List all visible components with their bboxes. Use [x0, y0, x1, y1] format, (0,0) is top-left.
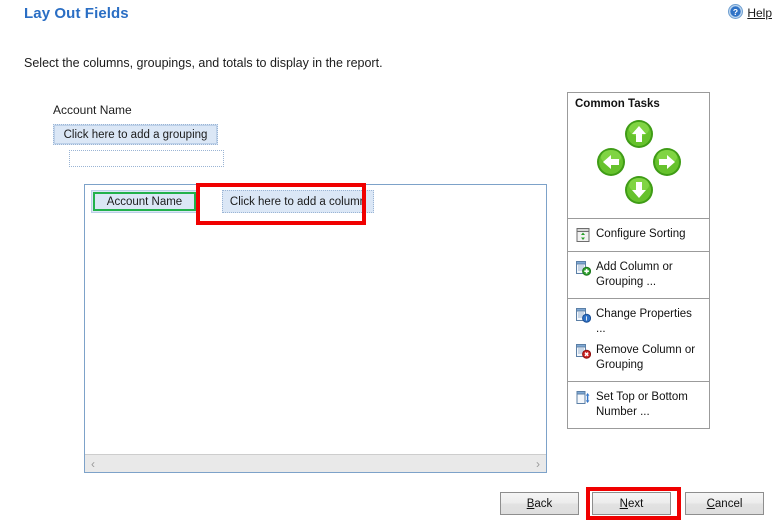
- help-link[interactable]: ? Help: [728, 4, 772, 22]
- task-change-properties[interactable]: i Change Properties ...: [568, 304, 709, 340]
- back-button[interactable]: Back: [500, 492, 579, 515]
- move-up-button[interactable]: [624, 119, 654, 149]
- common-tasks-panel: Common Tasks Configure Sorting Add Colum…: [567, 92, 710, 429]
- move-down-button[interactable]: [624, 175, 654, 205]
- move-direction-pad: [568, 119, 709, 215]
- report-layout-designer: Account Name Click here to add a column …: [84, 184, 547, 473]
- common-tasks-header-section: Common Tasks: [567, 92, 710, 218]
- back-button-label: Back: [526, 497, 553, 510]
- move-left-button[interactable]: [596, 147, 626, 177]
- column-cell-account-name-label: Account Name: [106, 195, 183, 208]
- task-add-column-or-grouping[interactable]: Add Column or Grouping ...: [568, 257, 709, 293]
- add-grouping-placeholder-inner: Click here to add a grouping: [54, 125, 217, 144]
- change-properties-icon: i: [575, 307, 592, 323]
- column-cell-account-name[interactable]: Account Name: [91, 190, 198, 213]
- move-right-button[interactable]: [652, 147, 682, 177]
- page-title: Lay Out Fields: [24, 5, 129, 22]
- lay-out-fields-wizard-page: Lay Out Fields ? Help Select the columns…: [0, 0, 784, 522]
- configure-sorting-icon: [575, 227, 591, 243]
- scroll-right-arrow-icon[interactable]: ›: [530, 458, 546, 470]
- grouping-field-label: Account Name: [53, 103, 132, 117]
- task-add-column-or-grouping-label: Add Column or Grouping ...: [596, 261, 673, 288]
- add-column-label: Click here to add a column: [229, 195, 367, 208]
- next-button[interactable]: Next: [592, 492, 671, 515]
- task-set-top-or-bottom-number[interactable]: Set Top or Bottom Number ...: [568, 387, 709, 423]
- task-group-add: Add Column or Grouping ...: [567, 251, 710, 298]
- task-remove-column-or-grouping-label: Remove Column or Grouping: [596, 344, 696, 371]
- task-configure-sorting-label: Configure Sorting: [596, 228, 686, 240]
- cancel-accel: C: [706, 497, 715, 510]
- task-group-sorting: Configure Sorting: [567, 218, 710, 251]
- designer-column-row: Account Name Click here to add a column: [91, 190, 374, 213]
- task-remove-column-or-grouping[interactable]: Remove Column or Grouping: [568, 340, 709, 376]
- common-tasks-title: Common Tasks: [575, 98, 660, 110]
- cancel-button[interactable]: Cancel: [685, 492, 764, 515]
- next-button-label: Next: [619, 497, 644, 510]
- instruction-text: Select the columns, groupings, and total…: [24, 56, 383, 70]
- add-column-icon: [575, 260, 592, 276]
- task-change-properties-label: Change Properties ...: [596, 308, 692, 335]
- next-accel: N: [619, 497, 628, 510]
- scroll-left-arrow-icon[interactable]: ‹: [85, 458, 101, 470]
- svg-text:?: ?: [733, 7, 738, 17]
- set-top-bottom-icon: [575, 390, 591, 406]
- column-cell-selection-outline: Account Name: [93, 192, 196, 211]
- remove-column-icon: [575, 343, 592, 359]
- task-configure-sorting[interactable]: Configure Sorting: [568, 224, 709, 246]
- grouping-empty-slot[interactable]: [69, 150, 224, 167]
- designer-canvas[interactable]: Account Name Click here to add a column: [85, 185, 546, 454]
- cancel-button-label: Cancel: [706, 497, 743, 510]
- designer-horizontal-scrollbar[interactable]: ‹ ›: [85, 454, 546, 472]
- back-accel: B: [526, 497, 535, 510]
- task-group-modify: i Change Properties ... Remove Column or…: [567, 298, 710, 381]
- help-circle-icon: ?: [728, 4, 744, 22]
- add-column-placeholder[interactable]: Click here to add a column: [222, 190, 374, 213]
- add-grouping-placeholder[interactable]: Click here to add a grouping: [53, 124, 218, 145]
- help-link-label: Help: [747, 6, 772, 20]
- task-group-top-bottom: Set Top or Bottom Number ...: [567, 381, 710, 429]
- add-grouping-label: Click here to add a grouping: [63, 128, 208, 141]
- task-set-top-or-bottom-number-label: Set Top or Bottom Number ...: [596, 391, 688, 418]
